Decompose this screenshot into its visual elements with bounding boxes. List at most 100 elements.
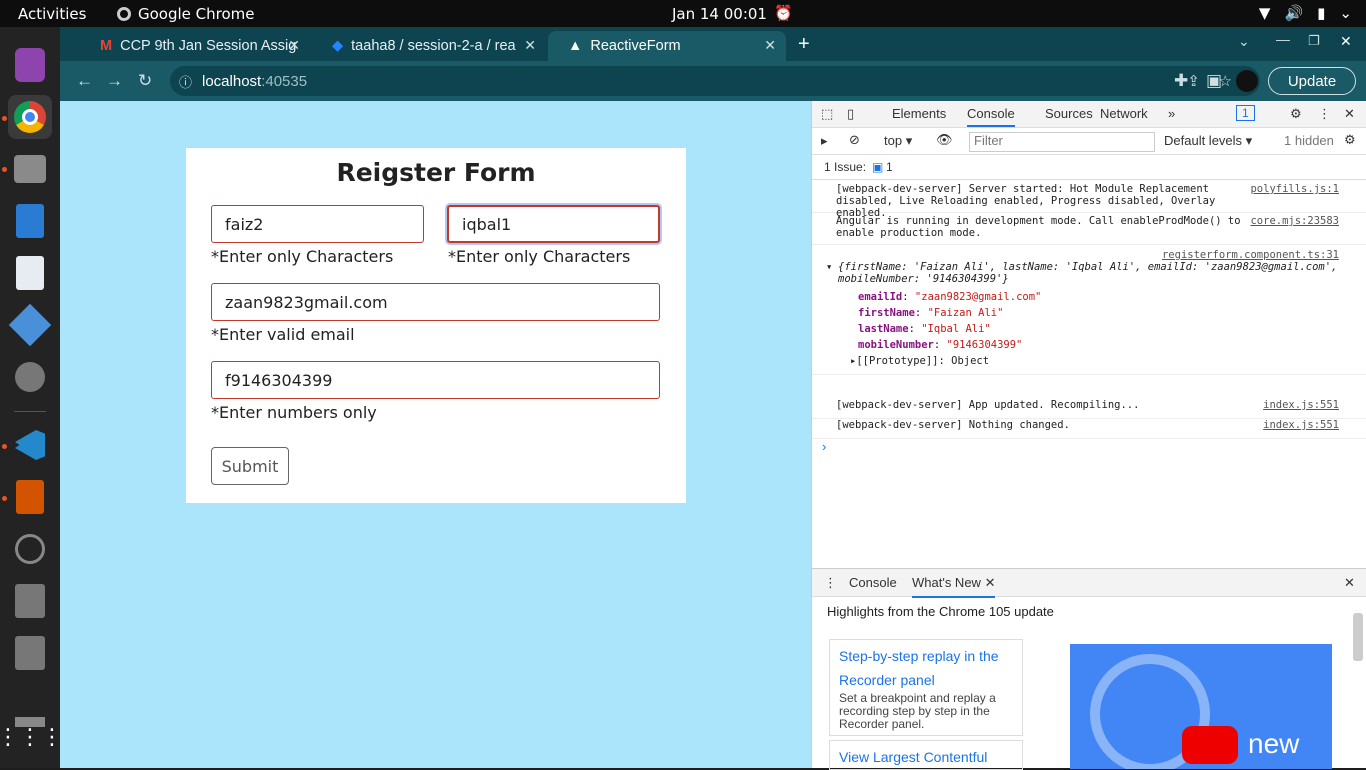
first-name-hint: *Enter only Characters bbox=[211, 247, 394, 266]
close-icon[interactable]: ✕ bbox=[1344, 106, 1355, 122]
minimize-button[interactable]: — bbox=[1276, 31, 1290, 47]
close-drawer-icon[interactable]: ✕ bbox=[1344, 575, 1355, 591]
console-object: registerform.component.ts:31 ▾ {firstNam… bbox=[812, 247, 1366, 375]
whats-new-headline: Highlights from the Chrome 105 update bbox=[827, 604, 1054, 619]
angular-icon: ▲ bbox=[568, 38, 583, 54]
ssd-drive-icon-2[interactable] bbox=[8, 631, 52, 675]
source-link[interactable]: index.js:551 bbox=[1263, 399, 1339, 411]
console-message: [webpack-dev-server] Nothing changed. in… bbox=[812, 419, 1366, 439]
reload-icon[interactable]: ↻ bbox=[138, 71, 152, 91]
object-summary[interactable]: ▾ {firstName: 'Faizan Ali', lastName: 'I… bbox=[826, 261, 1338, 285]
tab-gmail[interactable]: M CCP 9th Jan Session Assig ✕ bbox=[80, 31, 310, 61]
console-prompt[interactable]: › bbox=[822, 439, 826, 454]
context-select[interactable]: top ▾ bbox=[884, 133, 912, 149]
tab-bitbucket[interactable]: ◆ taaha8 / session-2-a / rea ✕ bbox=[312, 31, 546, 61]
tab-elements[interactable]: Elements bbox=[892, 106, 946, 121]
address-bar[interactable]: ⓘ localhost:40535 ⇪ ☆ bbox=[170, 66, 1260, 96]
email-input[interactable]: zaan9823gmail.com bbox=[211, 283, 660, 321]
filter-input[interactable]: Filter bbox=[969, 132, 1155, 152]
tab-console[interactable]: Console bbox=[967, 106, 1015, 127]
impress-icon[interactable] bbox=[8, 475, 52, 519]
source-link[interactable]: polyfills.js:1 bbox=[1250, 183, 1339, 195]
eye-icon[interactable]: 👁 bbox=[936, 132, 953, 148]
alarm-icon: ⏰ bbox=[774, 4, 793, 22]
kebab-menu-icon[interactable]: ⋮ bbox=[1318, 106, 1331, 122]
new-tab-button[interactable]: + bbox=[798, 33, 810, 56]
wifi-icon: ▼ bbox=[1258, 4, 1271, 22]
close-window-button[interactable]: ✕ bbox=[1340, 33, 1352, 50]
whats-new-video-thumbnail[interactable]: new bbox=[1070, 644, 1332, 769]
share-icon[interactable]: ⇪ bbox=[1187, 72, 1200, 90]
last-name-input[interactable]: iqbal1 bbox=[447, 205, 660, 243]
forward-icon[interactable]: → bbox=[106, 71, 123, 91]
whats-new-card[interactable]: View Largest Contentful bbox=[829, 740, 1023, 770]
close-icon[interactable]: ✕ bbox=[288, 37, 300, 54]
close-icon[interactable]: ✕ bbox=[524, 37, 536, 54]
tab-sources[interactable]: Sources bbox=[1045, 106, 1093, 121]
drawer-tab-whats-new[interactable]: What's New ✕ bbox=[912, 575, 996, 598]
maximize-button[interactable]: ❐ bbox=[1308, 33, 1320, 49]
clock[interactable]: Jan 14 00:01 bbox=[672, 5, 767, 23]
activities-button[interactable]: Activities bbox=[18, 5, 86, 23]
devtools-drawer: ⋮ Console What's New ✕ ✕ Highlights from… bbox=[812, 568, 1366, 770]
youtube-play-icon bbox=[1182, 726, 1238, 764]
console-message: [webpack-dev-server] Server started: Hot… bbox=[812, 183, 1366, 219]
source-link[interactable]: core.mjs:23583 bbox=[1250, 215, 1339, 227]
writer-icon[interactable] bbox=[8, 199, 52, 243]
card-description: Set a breakpoint and replay a recording … bbox=[839, 691, 996, 731]
update-button[interactable]: Update bbox=[1268, 67, 1356, 95]
inspect-icon[interactable]: ⬚ bbox=[821, 106, 833, 122]
kebab-menu-icon[interactable]: ⋮ bbox=[824, 575, 837, 591]
netbeans-icon[interactable] bbox=[8, 303, 52, 347]
clear-console-icon[interactable]: ⊘ bbox=[849, 132, 860, 148]
console-message: [webpack-dev-server] App updated. Recomp… bbox=[812, 399, 1366, 419]
ssd-drive-icon[interactable] bbox=[8, 579, 52, 623]
sidebar-toggle-icon[interactable]: ▸ bbox=[821, 133, 828, 149]
system-top-bar: Activities Google Chrome Jan 14 00:01 ⏰ … bbox=[0, 0, 1366, 27]
first-name-input[interactable]: faiz2 bbox=[211, 205, 424, 243]
source-link[interactable]: index.js:551 bbox=[1263, 419, 1339, 431]
back-icon[interactable]: ← bbox=[76, 71, 93, 91]
app-menu[interactable]: Google Chrome bbox=[117, 5, 255, 23]
text-editor-icon[interactable] bbox=[8, 251, 52, 295]
files-icon[interactable] bbox=[8, 147, 52, 191]
tab-search-icon[interactable]: ⌄ bbox=[1238, 33, 1250, 50]
brave-icon[interactable] bbox=[8, 43, 52, 87]
app-name: Google Chrome bbox=[138, 5, 255, 23]
chrome-dock-icon[interactable] bbox=[8, 95, 52, 139]
system-tray[interactable]: ▼ 🔊 ▮ ⌄ bbox=[1259, 4, 1352, 22]
vscode-icon[interactable] bbox=[8, 423, 52, 467]
console-settings-icon[interactable]: ⚙ bbox=[1344, 132, 1356, 148]
submit-button[interactable]: Submit bbox=[211, 447, 289, 485]
drawer-tab-console[interactable]: Console bbox=[849, 575, 897, 590]
close-icon[interactable]: ✕ bbox=[764, 37, 776, 54]
disc-icon[interactable] bbox=[8, 527, 52, 571]
browser-window: M CCP 9th Jan Session Assig ✕ ◆ taaha8 /… bbox=[60, 27, 1366, 770]
hidden-count: 1 hidden bbox=[1284, 133, 1334, 148]
issues-badge[interactable]: 1 bbox=[1236, 105, 1255, 121]
avatar[interactable] bbox=[1236, 70, 1258, 92]
gear-icon[interactable]: ⚙ bbox=[1290, 106, 1302, 122]
tab-reactiveform[interactable]: ▲ ReactiveForm ✕ bbox=[548, 31, 786, 61]
levels-select[interactable]: Default levels ▾ bbox=[1164, 133, 1252, 149]
issues-bar[interactable]: 1 Issue: ▣ 1 bbox=[812, 155, 1366, 180]
mobile-input[interactable]: f9146304399 bbox=[211, 361, 660, 399]
scrollbar[interactable] bbox=[1353, 613, 1363, 661]
tab-network[interactable]: Network bbox=[1100, 106, 1148, 121]
app-grid-icon[interactable]: ⋮⋮⋮ bbox=[0, 717, 63, 757]
extensions-icon[interactable]: ✚ bbox=[1174, 71, 1188, 91]
card-title[interactable]: View Largest Contentful bbox=[839, 745, 1013, 769]
prototype-entry[interactable]: ▸[[Prototype]]: Object bbox=[850, 353, 1041, 369]
card-title[interactable]: Step-by-step replay in the Recorder pane… bbox=[839, 644, 1013, 692]
settings-icon[interactable] bbox=[8, 355, 52, 399]
more-tabs-icon[interactable]: » bbox=[1168, 106, 1175, 121]
register-form: Reigster Form faiz2 *Enter only Characte… bbox=[186, 148, 686, 503]
url-port: :40535 bbox=[261, 72, 308, 90]
volume-icon: 🔊 bbox=[1284, 4, 1304, 22]
device-toolbar-icon[interactable]: ▯ bbox=[847, 106, 854, 122]
side-panel-icon[interactable]: ▣ bbox=[1206, 71, 1222, 91]
whats-new-card[interactable]: Step-by-step replay in the Recorder pane… bbox=[829, 639, 1023, 736]
close-icon: ✕ bbox=[984, 575, 996, 590]
info-icon: ⓘ bbox=[179, 74, 193, 90]
source-link[interactable]: registerform.component.ts:31 bbox=[1162, 249, 1339, 261]
